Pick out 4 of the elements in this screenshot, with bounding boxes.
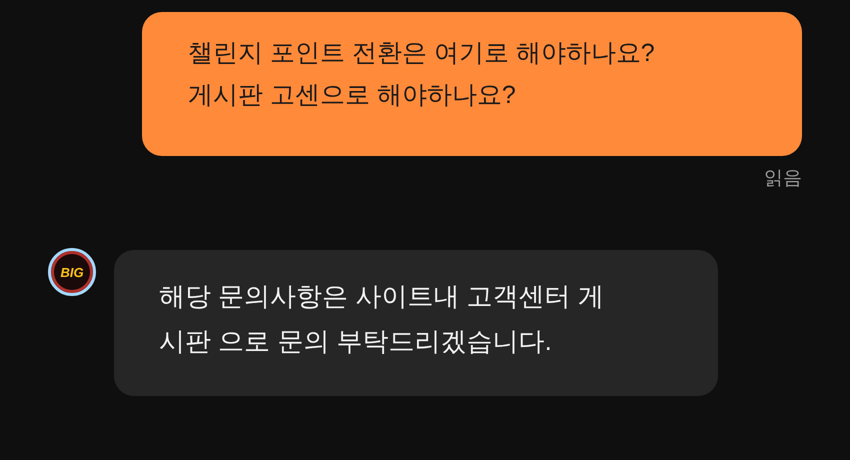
message-text: 해당 문의사항은 사이트내 고객센터 게 시판 으로 문의 부탁드리겠습니다. [159, 280, 605, 358]
message-text: 챌린지 포인트 전환은 여기로 해야하나요? 게시판 고센으로 해야하나요? [188, 38, 656, 111]
read-receipt: 읽음 [764, 167, 802, 191]
avatar-logo: BIG [48, 248, 96, 296]
